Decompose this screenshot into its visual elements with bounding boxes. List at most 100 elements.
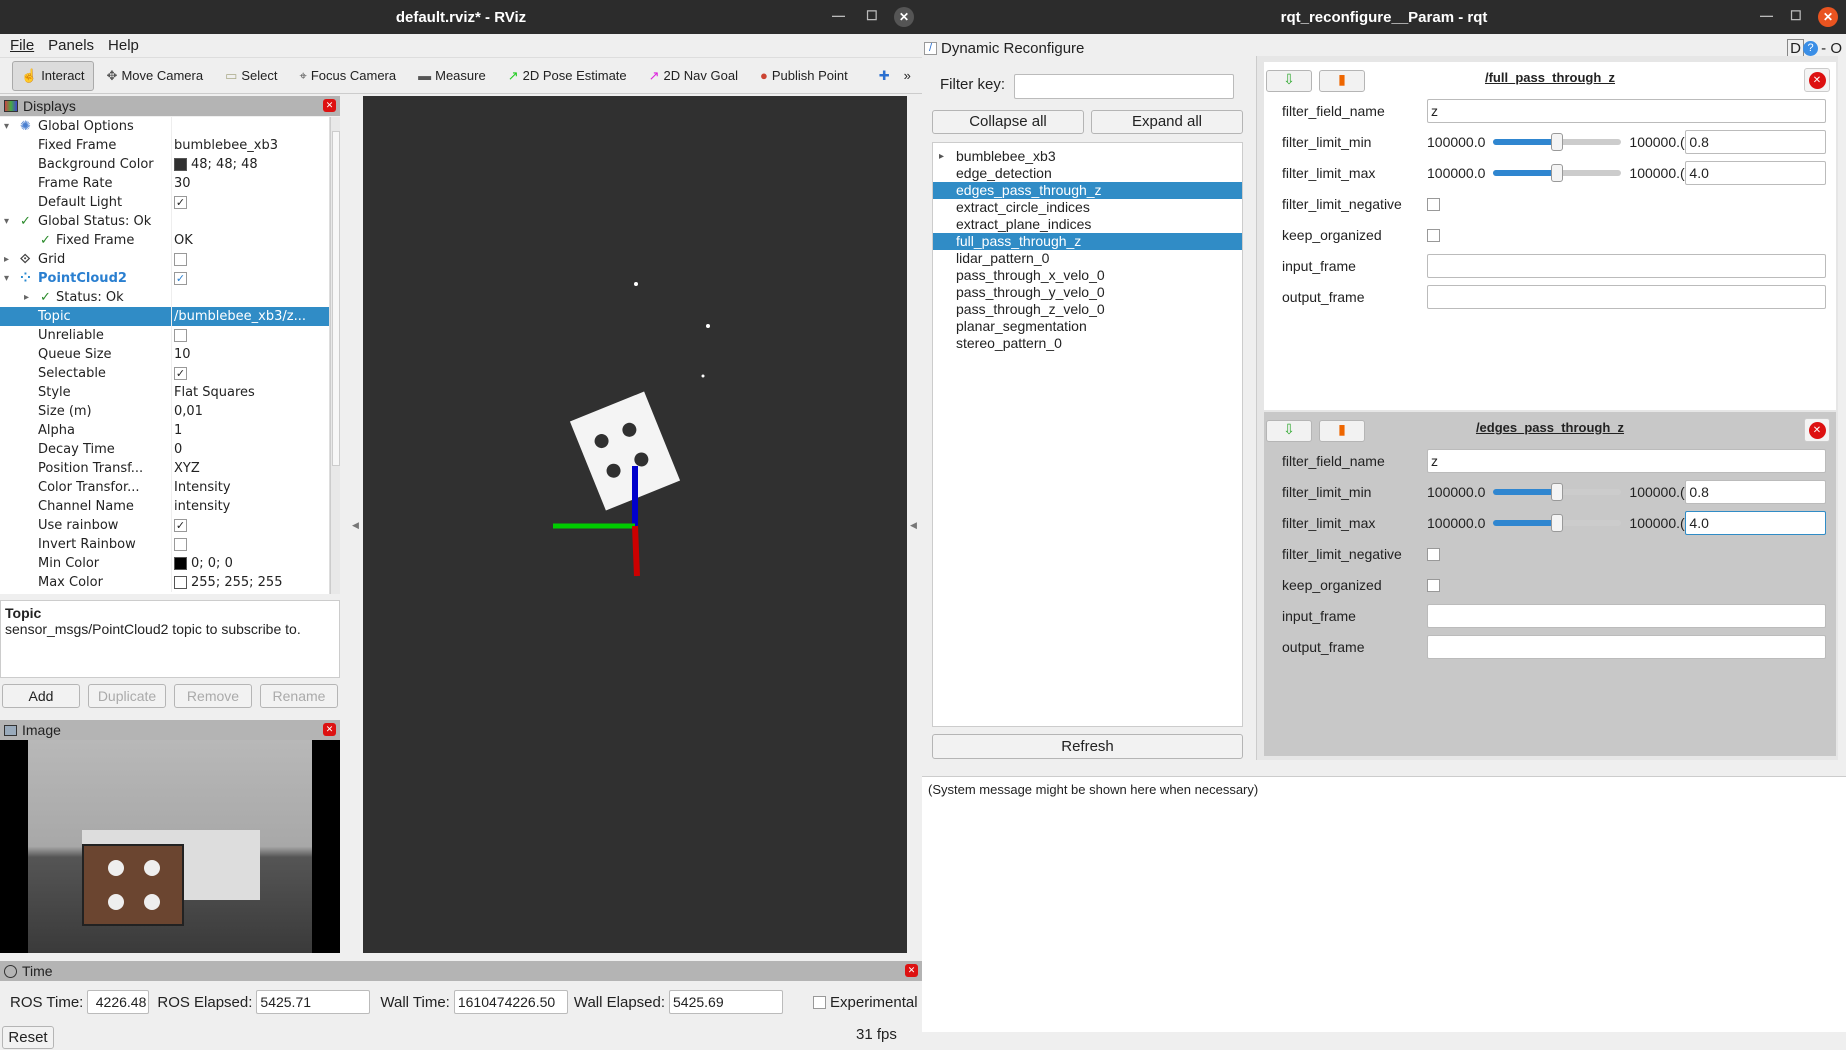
node-extract-plane-indices[interactable]: extract_plane_indices [933,216,1242,233]
help-icon[interactable]: ? [1803,40,1818,56]
tree-value-cell[interactable] [172,326,329,345]
tool-focus-camera[interactable]: ⌖ Focus Camera [291,61,406,91]
filter-limit-max-slider[interactable] [1493,164,1622,182]
add-button[interactable]: Add [2,684,80,708]
filter-limit-min-value-input[interactable]: 0.8 [1685,130,1826,154]
checked-checkbox[interactable]: ✓ [174,367,187,380]
rename-button[interactable]: Rename [260,684,338,708]
output-frame-input[interactable] [1427,285,1826,309]
dock-button[interactable]: D [1787,38,1804,58]
menu-file[interactable]: File [10,37,34,54]
filter-key-input[interactable] [1014,74,1234,99]
expand-arrow-icon[interactable]: ▸ [939,148,944,165]
rqt-close-button[interactable]: ✕ [1818,7,1838,27]
duplicate-button[interactable]: Duplicate [88,684,166,708]
tree-row-max-color[interactable]: Max Color 255; 255; 255 [0,573,329,592]
remove-button[interactable]: Remove [174,684,252,708]
tree-row-color-transfor-[interactable]: Color Transfor... Intensity [0,478,329,497]
close-panel-icon[interactable]: ✕ [1804,418,1830,442]
node-edge-detection[interactable]: edge_detection [933,165,1242,182]
displays-tree[interactable]: ▾ ✺ Global Options Fixed Frame bumblebee_xb3… [0,117,330,594]
unchecked-checkbox[interactable] [174,253,187,266]
unchecked-checkbox[interactable] [174,538,187,551]
scrollbar-thumb[interactable] [332,131,340,466]
tree-value-cell[interactable] [172,250,329,269]
wall-time-field[interactable]: 1610474226.50 [453,990,568,1014]
keep-organized-checkbox[interactable] [1427,578,1440,592]
maximize-button[interactable]: ☐ [866,8,878,24]
expand-all-button[interactable]: Expand all [1091,110,1243,134]
more-tools-icon[interactable]: » [904,68,911,83]
tree-row-global-status-ok[interactable]: ▾ ✓ Global Status: Ok [0,212,329,231]
tree-row-background-color[interactable]: Background Color 48; 48; 48 [0,155,329,174]
tool-2d-pose-estimate[interactable]: ↗ 2D Pose Estimate [499,61,636,91]
rqt-maximize-button[interactable]: ☐ [1790,8,1802,24]
rqt-minimize-button[interactable]: — [1760,8,1773,23]
3d-render-view[interactable] [363,96,907,953]
node-edges-pass-through-z[interactable]: edges_pass_through_z [933,182,1242,199]
ros-time-field[interactable]: 4226.48 [87,990,150,1014]
slider-handle[interactable] [1551,514,1564,532]
tree-row-size-m-[interactable]: Size (m) 0,01 [0,402,329,421]
input-frame-input[interactable] [1427,604,1826,628]
plugin-minimize-close[interactable]: - O [1821,40,1842,57]
tool-2d-nav-goal[interactable]: ↗ 2D Nav Goal [640,61,747,91]
filter-limit-negative-checkbox[interactable] [1427,197,1440,211]
slider-handle[interactable] [1551,164,1564,182]
right-splitter-handle[interactable]: ◀ [910,520,917,531]
tool-interact[interactable]: ☝ Interact [12,60,94,91]
collapse-all-button[interactable]: Collapse all [932,110,1084,134]
filter-limit-max-slider[interactable] [1493,514,1622,532]
tool-publish-point[interactable]: ● Publish Point [751,61,857,91]
tree-row-use-rainbow[interactable]: Use rainbow ✓ [0,516,329,535]
close-time-icon[interactable]: ✕ [905,964,918,977]
node-pass-through-x-velo-0[interactable]: pass_through_x_velo_0 [933,267,1242,284]
displays-scrollbar[interactable] [330,117,340,594]
expand-arrow-icon[interactable]: ▾ [4,117,9,136]
filter-limit-min-slider[interactable] [1493,483,1622,501]
node-bumblebee-xb3[interactable]: ▸ bumblebee_xb3 [933,148,1242,165]
left-splitter-handle[interactable]: ◀ [352,520,359,531]
wall-elapsed-field[interactable]: 5425.69 [669,990,784,1014]
tree-value-cell[interactable]: ✓ [172,516,329,535]
node-planar-segmentation[interactable]: planar_segmentation [933,318,1242,335]
slider-handle[interactable] [1551,133,1564,151]
add-tool-icon[interactable]: ✚ [879,68,890,84]
node-extract-circle-indices[interactable]: extract_circle_indices [933,199,1242,216]
unchecked-checkbox[interactable] [174,329,187,342]
checked-checkbox[interactable]: ✓ [174,196,187,209]
filter-limit-min-slider[interactable] [1493,133,1622,151]
refresh-button[interactable]: Refresh [932,734,1243,759]
close-button[interactable]: ✕ [894,7,914,27]
reset-button[interactable]: Reset [2,1026,54,1049]
tree-row-alpha[interactable]: Alpha 1 [0,421,329,440]
node-stereo-pattern-0[interactable]: stereo_pattern_0 [933,335,1242,352]
tree-row-selectable[interactable]: Selectable ✓ [0,364,329,383]
node-pass-through-y-velo-0[interactable]: pass_through_y_velo_0 [933,284,1242,301]
tree-row-invert-rainbow[interactable]: Invert Rainbow [0,535,329,554]
tree-row-queue-size[interactable]: Queue Size 10 [0,345,329,364]
checked-checkbox[interactable]: ✓ [174,272,187,285]
checked-checkbox[interactable]: ✓ [174,519,187,532]
tree-value-cell[interactable]: ✓ [172,269,329,288]
close-image-icon[interactable]: ✕ [323,723,336,736]
filter-limit-max-value-input[interactable]: 4.0 [1685,511,1826,535]
menu-panels[interactable]: Panels [48,37,94,54]
slider-handle[interactable] [1551,483,1564,501]
tool-measure[interactable]: ▬ Measure [409,61,495,91]
input-frame-input[interactable] [1427,254,1826,278]
expand-arrow-icon[interactable]: ▾ [4,269,9,288]
tree-row-frame-rate[interactable]: Frame Rate 30 [0,174,329,193]
tree-row-fixed-frame[interactable]: ✓ Fixed Frame OK [0,231,329,250]
filter-limit-negative-checkbox[interactable] [1427,547,1440,561]
experimental-checkbox[interactable] [813,995,827,1009]
expand-arrow-icon[interactable]: ▾ [4,212,9,231]
expand-arrow-icon[interactable]: ▸ [24,288,29,307]
keep-organized-checkbox[interactable] [1427,228,1440,242]
close-panel-icon[interactable]: ✕ [1804,68,1830,92]
tree-value-cell[interactable] [172,535,329,554]
filter-field-name-input[interactable]: z [1427,99,1826,123]
tree-row-status-ok[interactable]: ▸ ✓ Status: Ok [0,288,329,307]
tool-select[interactable]: ▭ Select [216,61,286,91]
tree-row-decay-time[interactable]: Decay Time 0 [0,440,329,459]
